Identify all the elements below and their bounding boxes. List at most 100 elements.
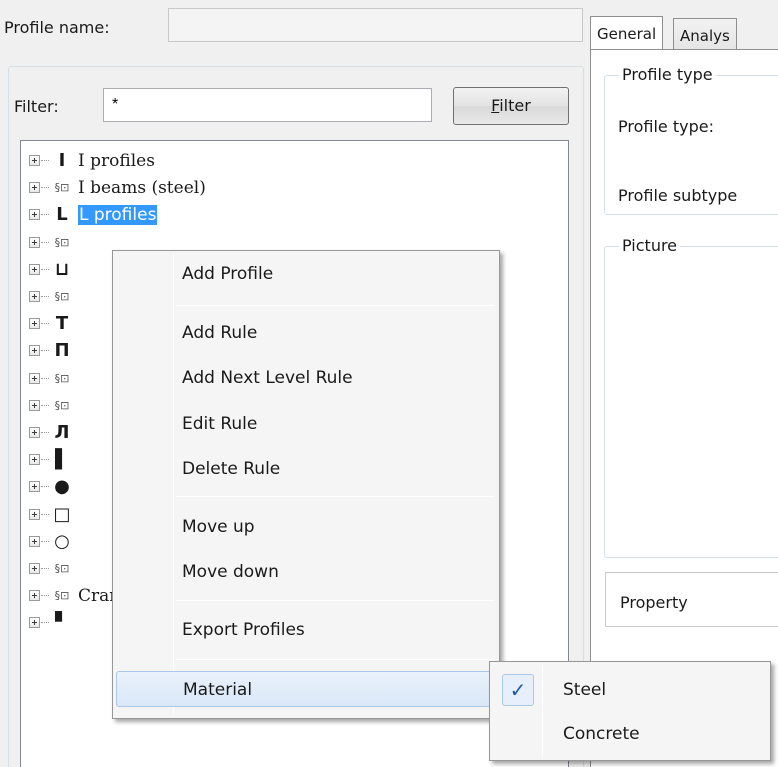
tree-item[interactable]: Л: [21, 419, 78, 446]
menu-item-label: Export Profiles: [182, 620, 305, 640]
menu-item-export-profiles[interactable]: Export Profiles: [116, 612, 496, 648]
profile-subtype-label: Profile subtype: [618, 186, 738, 205]
flat-bar-icon: ▌: [55, 449, 69, 471]
tree-item[interactable]: §⊡: [21, 392, 78, 419]
tree-item[interactable]: ●: [21, 473, 78, 500]
parametric-profile-icon: §⊡: [54, 290, 70, 303]
double-T-profile-icon: Π: [54, 340, 70, 362]
tree-connector: [41, 459, 49, 461]
tree-item[interactable]: T: [21, 310, 78, 337]
tree-item[interactable]: ▌: [21, 446, 78, 473]
T-profile-icon: T: [55, 313, 69, 335]
expand-icon[interactable]: [29, 372, 40, 384]
tree-item-label: I beams (steel): [78, 177, 206, 198]
menu-item-edit-rule[interactable]: Edit Rule: [116, 406, 496, 442]
tree-item[interactable]: §⊡: [21, 229, 78, 256]
tree-connector: [41, 268, 49, 270]
profile-type-group-title: Profile type: [619, 65, 716, 84]
tree-connector: [41, 404, 49, 406]
menu-separator: [176, 600, 494, 601]
menu-item-delete-rule[interactable]: Delete Rule: [116, 451, 496, 487]
menu-item-label: Concrete: [563, 724, 640, 744]
tree-connector: [41, 622, 49, 624]
filter-label: Filter:: [14, 97, 59, 116]
menu-item-add-next-level-rule[interactable]: Add Next Level Rule: [116, 360, 496, 396]
circular-hollow-icon: ○: [54, 530, 70, 552]
tree-item[interactable]: §⊡ I beams (steel): [21, 174, 206, 201]
property-column-header[interactable]: Property: [620, 593, 688, 612]
tree-connector: [41, 187, 49, 189]
tree-item[interactable]: □: [21, 501, 78, 528]
filter-input[interactable]: [103, 88, 432, 122]
menu-separator: [176, 496, 494, 497]
profile-name-input[interactable]: [168, 8, 583, 42]
checkmark-icon: ✓: [502, 674, 534, 706]
tree-connector: [41, 160, 49, 161]
expand-icon[interactable]: [29, 291, 40, 302]
tree-connector: [41, 214, 49, 216]
menu-item-add-profile[interactable]: Add Profile: [116, 256, 496, 292]
menu-item-steel[interactable]: ✓ Steel: [493, 670, 767, 710]
menu-separator: [176, 659, 494, 660]
tab-analysis[interactable]: Analys: [673, 18, 737, 50]
tree-item[interactable]: ○: [21, 528, 78, 555]
channel-profile-icon: ⊔: [54, 258, 70, 280]
filter-button-mnemonic: F: [491, 96, 500, 115]
tree-item[interactable]: Π: [21, 337, 78, 364]
menu-item-label: Move up: [182, 517, 255, 537]
expand-icon[interactable]: [29, 617, 40, 629]
profile-type-label: Profile type:: [618, 117, 714, 136]
expand-icon[interactable]: [29, 481, 40, 493]
tab-general[interactable]: General: [590, 16, 664, 50]
tree-connector: [41, 513, 49, 515]
expand-icon[interactable]: [29, 399, 40, 411]
expand-icon[interactable]: [29, 209, 40, 221]
profile-name-label: Profile name:: [4, 18, 110, 37]
expand-icon[interactable]: [29, 454, 40, 466]
tree-item[interactable]: ▘: [21, 609, 78, 636]
cold-rolled-icon: ▘: [55, 612, 69, 634]
expand-icon[interactable]: [29, 563, 40, 574]
tree-item[interactable]: L L profiles: [21, 201, 158, 228]
tree-connector: [41, 241, 49, 243]
tree-connector: [41, 595, 49, 597]
tree-item-label: I profiles: [78, 150, 155, 171]
expand-icon[interactable]: [29, 345, 40, 357]
menu-item-concrete[interactable]: Concrete: [493, 714, 767, 754]
tree-context-menu: Add Profile Add Rule Add Next Level Rule…: [112, 250, 500, 719]
property-grid[interactable]: Property: [605, 572, 778, 627]
expand-icon[interactable]: [29, 590, 40, 602]
menu-item-label: Material: [183, 680, 253, 700]
tree-item[interactable]: I I profiles: [21, 147, 155, 174]
tree-connector: [41, 377, 49, 379]
I-beam-icon: I: [58, 150, 66, 171]
expand-icon[interactable]: [29, 182, 40, 194]
filter-button[interactable]: Filter: [453, 87, 569, 125]
expand-icon[interactable]: [29, 263, 40, 275]
expand-icon[interactable]: [29, 508, 40, 520]
tree-item-label: L profiles: [78, 204, 158, 225]
expand-icon[interactable]: [29, 236, 40, 248]
menu-item-material[interactable]: Material: [116, 671, 496, 707]
tree-connector: [41, 296, 49, 297]
menu-item-label: Edit Rule: [182, 414, 258, 434]
rectangular-hollow-icon: □: [53, 503, 71, 525]
hat-profile-icon: Л: [54, 422, 70, 443]
tree-connector: [41, 432, 49, 433]
tree-item[interactable]: §⊡: [21, 555, 78, 582]
tree-connector: [41, 540, 49, 542]
expand-icon[interactable]: [29, 427, 40, 438]
general-tab-panel: Profile type Profile type: Profile subty…: [590, 49, 778, 767]
menu-item-move-down[interactable]: Move down: [116, 554, 496, 590]
menu-item-add-rule[interactable]: Add Rule: [116, 315, 496, 351]
menu-item-label: Steel: [563, 680, 607, 700]
parametric-profile-icon: §⊡: [54, 181, 70, 195]
expand-icon[interactable]: [29, 535, 40, 547]
expand-icon[interactable]: [29, 318, 40, 330]
expand-icon[interactable]: [29, 155, 40, 166]
parametric-profile-icon: §⊡: [54, 562, 70, 575]
tree-item[interactable]: ⊔: [21, 256, 78, 283]
tree-item[interactable]: §⊡: [21, 283, 78, 310]
tree-item[interactable]: §⊡: [21, 365, 78, 392]
menu-item-move-up[interactable]: Move up: [116, 509, 496, 545]
